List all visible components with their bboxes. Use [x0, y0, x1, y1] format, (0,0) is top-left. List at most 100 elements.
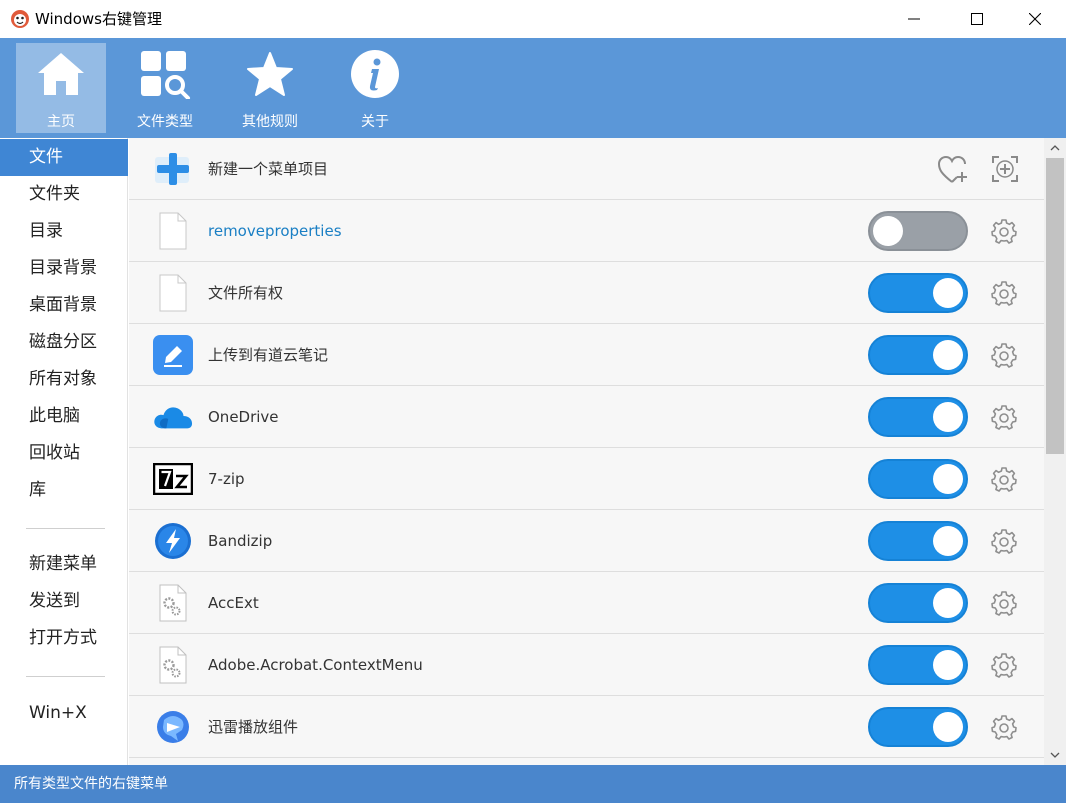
settings-button[interactable]	[991, 218, 1017, 244]
list-item-label: OneDrive	[208, 408, 279, 426]
title-bar: Windows右键管理	[0, 0, 1066, 38]
settings-button[interactable]	[991, 404, 1017, 430]
sidebar-item-directory[interactable]: 目录	[0, 213, 128, 250]
list-item-onedrive: OneDrive	[129, 386, 1044, 448]
status-bar: 所有类型文件的右键菜单	[0, 765, 1066, 803]
list-item-label: 迅雷播放组件	[208, 718, 299, 736]
gear-icon	[991, 219, 1017, 244]
sidebar-item-win-x[interactable]: Win+X	[0, 695, 128, 732]
plus-icon	[153, 149, 193, 189]
sidebar-item-desktop-background[interactable]: 桌面背景	[0, 287, 128, 324]
maximize-button[interactable]	[954, 0, 1000, 38]
toggle-knob	[933, 526, 963, 556]
toggle-knob	[933, 588, 963, 618]
sidebar-item-open-with[interactable]: 打开方式	[0, 620, 128, 657]
enable-toggle[interactable]	[868, 583, 968, 623]
list-item-label: Adobe.Acrobat.ContextMenu	[208, 656, 423, 674]
sidebar-item-directory-background[interactable]: 目录背景	[0, 250, 128, 287]
list-item-youdao-note: 上传到有道云笔记	[129, 324, 1044, 386]
gear-file-icon	[153, 583, 193, 623]
new-menu-item-label: 新建一个菜单项目	[208, 160, 329, 178]
toolbar-home-label: 主页	[47, 114, 75, 130]
settings-button[interactable]	[991, 590, 1017, 616]
list-item-label: 7-zip	[208, 470, 245, 488]
favorite-add-button[interactable]	[937, 155, 969, 185]
new-menu-item-row[interactable]: 新建一个菜单项目	[129, 138, 1044, 200]
gear-icon	[991, 653, 1017, 678]
sidebar-item-drive[interactable]: 磁盘分区	[0, 324, 128, 361]
sidebar-divider	[26, 676, 105, 677]
gear-icon	[991, 715, 1017, 740]
home-icon	[34, 47, 88, 101]
toolbar-file-type-label: 文件类型	[137, 114, 193, 130]
toggle-knob	[933, 278, 963, 308]
toggle-knob	[873, 216, 903, 246]
bandizip-icon	[153, 521, 193, 561]
crosshair-plus-icon	[992, 156, 1018, 182]
settings-button[interactable]	[991, 528, 1017, 554]
enable-toggle[interactable]	[868, 707, 968, 747]
close-button[interactable]	[1012, 0, 1058, 38]
enable-toggle[interactable]	[868, 335, 968, 375]
enable-toggle[interactable]	[868, 521, 968, 561]
list-item-removeproperties: removeproperties	[129, 200, 1044, 262]
chevron-down-icon	[1050, 752, 1060, 758]
list-item-label: 文件所有权	[208, 284, 284, 302]
enable-toggle[interactable]	[868, 397, 968, 437]
toolbar-home-button[interactable]: 主页	[16, 43, 106, 133]
sidebar-item-file[interactable]: 文件	[0, 139, 128, 176]
sidebar-item-new-menu[interactable]: 新建菜单	[0, 546, 128, 583]
gear-icon	[991, 467, 1017, 492]
settings-button[interactable]	[991, 714, 1017, 740]
gear-icon	[991, 405, 1017, 430]
sidebar-item-recycle-bin[interactable]: 回收站	[0, 435, 128, 472]
7zip-icon	[153, 459, 193, 499]
toolbar-about-label: 关于	[361, 114, 389, 130]
toolbar-other-rules-label: 其他规则	[242, 114, 298, 130]
chevron-up-icon	[1050, 145, 1060, 151]
enable-toggle[interactable]	[868, 459, 968, 499]
toggle-knob	[933, 464, 963, 494]
sidebar: 文件 文件夹 目录 目录背景 桌面背景 磁盘分区 所有对象 此电脑 回收站 库 …	[0, 138, 128, 765]
gear-icon	[991, 529, 1017, 554]
list-item-adobe-acrobat: Adobe.Acrobat.ContextMenu	[129, 634, 1044, 696]
maximize-icon	[971, 13, 983, 25]
heart-plus-icon	[937, 155, 967, 183]
gear-icon	[991, 281, 1017, 306]
close-icon	[1029, 13, 1041, 25]
list-item-label: removeproperties	[208, 222, 342, 240]
window-title: Windows右键管理	[35, 10, 162, 28]
list-item-label: Bandizip	[208, 532, 273, 550]
settings-button[interactable]	[991, 342, 1017, 368]
sidebar-item-library[interactable]: 库	[0, 472, 128, 509]
file-type-search-icon	[138, 47, 192, 101]
minimize-button[interactable]	[891, 0, 937, 38]
gear-file-icon	[153, 645, 193, 685]
sidebar-item-all-objects[interactable]: 所有对象	[0, 361, 128, 398]
vertical-scrollbar[interactable]	[1044, 138, 1066, 765]
toggle-knob	[933, 712, 963, 742]
sidebar-item-folder[interactable]: 文件夹	[0, 176, 128, 213]
toolbar-about-button[interactable]: 关于	[330, 43, 420, 133]
info-icon	[348, 47, 402, 101]
toolbar-other-rules-button[interactable]: 其他规则	[225, 43, 315, 133]
enable-toggle[interactable]	[868, 211, 968, 251]
list-item-bandizip: Bandizip	[129, 510, 1044, 572]
scrollbar-thumb[interactable]	[1046, 158, 1064, 454]
toggle-knob	[933, 340, 963, 370]
main-toolbar: 主页 文件类型 其他规则 关于	[0, 38, 1066, 138]
sidebar-divider	[26, 528, 105, 529]
sidebar-item-this-pc[interactable]: 此电脑	[0, 398, 128, 435]
scroll-down-button[interactable]	[1044, 745, 1066, 765]
settings-button[interactable]	[991, 280, 1017, 306]
enable-toggle[interactable]	[868, 645, 968, 685]
add-item-button[interactable]	[991, 155, 1019, 183]
sidebar-item-send-to[interactable]: 发送到	[0, 583, 128, 620]
settings-button[interactable]	[991, 652, 1017, 678]
onedrive-cloud-icon	[153, 397, 193, 437]
toggle-knob	[933, 402, 963, 432]
scroll-up-button[interactable]	[1044, 138, 1066, 158]
settings-button[interactable]	[991, 466, 1017, 492]
enable-toggle[interactable]	[868, 273, 968, 313]
toolbar-file-type-button[interactable]: 文件类型	[120, 43, 210, 133]
